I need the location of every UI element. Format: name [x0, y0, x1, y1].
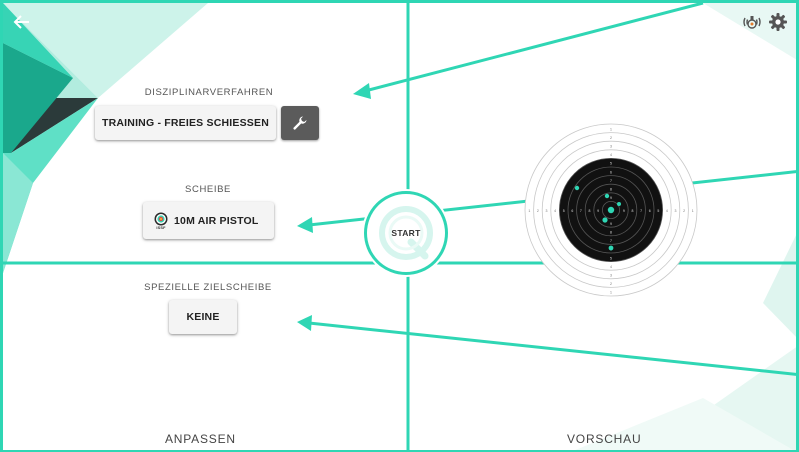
gear-icon[interactable]	[768, 12, 788, 32]
ring-number: 4	[610, 153, 612, 157]
ring-number: 7	[610, 179, 612, 183]
ring-number: 9	[597, 209, 599, 213]
ring-number: 1	[610, 291, 612, 295]
ring-number: 8	[610, 188, 612, 192]
ring-number: 7	[580, 209, 582, 213]
start-button[interactable]: START	[364, 191, 448, 275]
preview-label: VORSCHAU	[567, 432, 642, 446]
start-label: START	[391, 228, 421, 238]
ring-number: 8	[610, 231, 612, 235]
shot-marker	[617, 202, 621, 206]
ring-number: 5	[563, 209, 565, 213]
ring-number: 3	[610, 274, 612, 278]
ring-number: 4	[666, 209, 668, 213]
special-target-label: SPEZIELLE ZIELSCHEIBE	[144, 282, 272, 293]
ring-number: 5	[610, 256, 612, 260]
target-button[interactable]: ISSF 10M AIR PISTOL	[143, 202, 274, 239]
back-button[interactable]	[11, 11, 33, 33]
ring-number: 7	[640, 209, 642, 213]
ring-number: 7	[610, 239, 612, 243]
customize-label: ANPASSEN	[165, 432, 236, 446]
target-button-label: 10M AIR PISTOL	[174, 214, 259, 227]
ring-number: 6	[649, 209, 651, 213]
wireless-sensor-icon[interactable]	[742, 12, 762, 32]
ring-number: 2	[683, 209, 685, 213]
ring-number: 2	[610, 136, 612, 140]
ring-number: 4	[554, 209, 556, 213]
issf-caption: ISSF	[156, 225, 166, 230]
ring-number: 5	[657, 209, 659, 213]
ring-number: 1	[528, 209, 530, 213]
ring-number: 2	[537, 209, 539, 213]
wrench-icon	[293, 116, 307, 130]
discipline-settings-button[interactable]	[281, 106, 319, 140]
ring-number: 4	[610, 265, 612, 269]
ring-number: 6	[571, 209, 573, 213]
shot-marker	[608, 245, 614, 251]
ring-number: 1	[610, 127, 612, 131]
ring-number: 9	[610, 222, 612, 226]
discipline-label: DISZIPLINARVERFAHREN	[144, 87, 274, 98]
shot-marker	[604, 193, 610, 199]
shot-marker	[607, 206, 615, 214]
ring-number: 8	[589, 209, 591, 213]
ring-number: 3	[675, 209, 677, 213]
shot-marker	[574, 185, 580, 191]
ring-number: 6	[610, 170, 612, 174]
discipline-button[interactable]: TRAINING - FREIES SCHIESSEN	[95, 106, 276, 140]
ring-number: 1	[692, 209, 694, 213]
app-frame: DISZIPLINARVERFAHREN TRAINING - FREIES S…	[0, 0, 799, 452]
ring-number: 9	[623, 209, 625, 213]
ring-number: 3	[546, 209, 548, 213]
ring-number: 5	[610, 162, 612, 166]
arrow-left-icon	[13, 15, 29, 29]
special-target-button[interactable]: KEINE	[169, 300, 237, 334]
target-label: SCHEIBE	[185, 184, 231, 195]
header-actions	[742, 12, 788, 32]
target-preview: 111122223333444455556666777788889999	[524, 123, 698, 297]
ring-number: 3	[610, 145, 612, 149]
ring-number: 9	[610, 196, 612, 200]
issf-target-icon: ISSF	[154, 212, 168, 230]
ring-number: 8	[632, 209, 634, 213]
ring-number: 2	[610, 282, 612, 286]
shot-marker	[602, 217, 608, 223]
